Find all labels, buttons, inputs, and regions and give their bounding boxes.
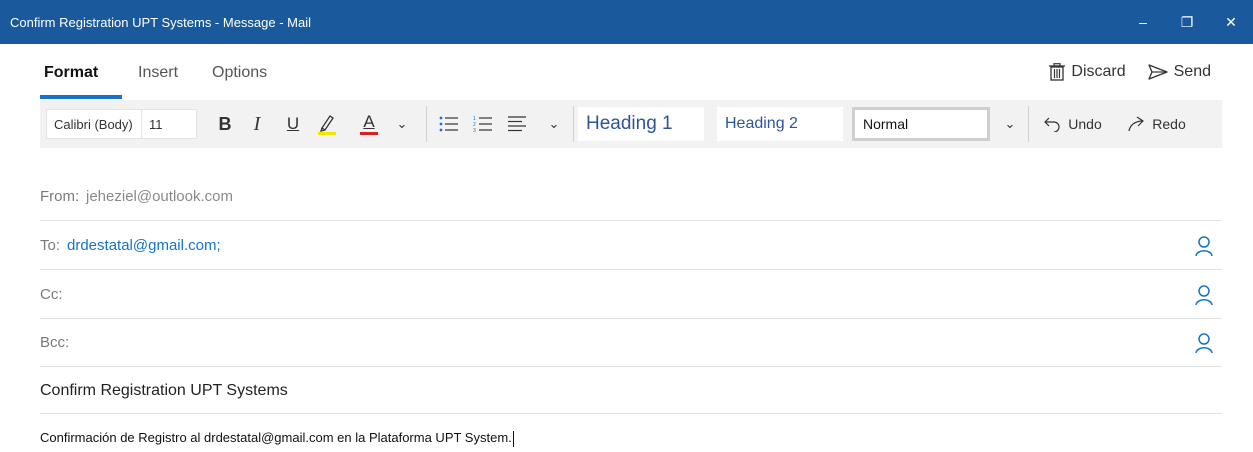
window-title: Confirm Registration UPT Systems - Messa… [10,14,312,30]
paragraph-options-chevron[interactable]: ⌄ [542,100,566,148]
message-body[interactable]: Confirmación de Registro al drdestatal@g… [40,430,514,447]
body-text: Confirmación de Registro al drdestatal@g… [40,430,512,445]
align-icon [508,116,526,132]
font-color-letter: A [363,112,375,131]
ribbon-tabs: Format Insert Options Discard Send [0,44,1253,100]
tab-format[interactable]: Format [44,64,98,82]
subject-text: Confirm Registration UPT Systems [40,382,288,399]
discard-label: Discard [1071,63,1126,80]
highlighter-icon [318,115,336,135]
svg-text:3: 3 [473,128,476,133]
bcc-label: Bcc: [40,334,70,351]
cc-label: Cc: [40,286,63,303]
subject-field[interactable]: Confirm Registration UPT Systems [40,365,1222,414]
font-color-bar [360,132,378,135]
from-field[interactable]: From: jeheziel@outlook.com [40,172,1222,221]
close-button[interactable]: ✕ [1209,0,1253,44]
cc-field[interactable]: Cc: [40,270,1222,319]
from-value: jeheziel@outlook.com [86,188,233,205]
send-icon [1147,64,1168,80]
undo-label: Undo [1068,116,1102,132]
numbering-button[interactable]: 1 2 3 [468,100,498,148]
text-caret [512,430,514,447]
align-button[interactable] [502,100,532,148]
style-normal[interactable]: Normal [852,107,990,141]
styles-chevron[interactable]: ⌄ [998,100,1022,148]
to-recipient[interactable]: drdestatal@gmail.com; [67,237,221,254]
discard-icon [1049,63,1066,81]
numbering-icon: 1 2 3 [473,116,492,133]
undo-icon [1044,117,1060,132]
person-icon[interactable] [1194,235,1214,257]
person-icon[interactable] [1194,284,1214,306]
undo-button[interactable]: Undo [1038,100,1108,148]
bullets-button[interactable] [434,100,464,148]
tab-options[interactable]: Options [212,64,267,82]
person-icon[interactable] [1194,332,1214,354]
font-color-button[interactable]: A [354,100,384,148]
title-bar: Confirm Registration UPT Systems - Messa… [0,0,1253,44]
font-options-chevron[interactable]: ⌄ [390,100,414,148]
tab-insert[interactable]: Insert [138,64,178,82]
to-label: To: [40,237,61,254]
font-size-box[interactable]: 11 [141,109,197,139]
active-tab-indicator [40,95,122,99]
from-label: From: [40,188,80,205]
style-heading-2[interactable]: Heading 2 [717,107,843,141]
redo-button[interactable]: Redo [1122,100,1192,148]
send-label: Send [1173,63,1211,80]
formatting-toolbar: Calibri (Body) 11 B I U A ⌄ 1 2 3 ⌄ Head… [40,100,1222,148]
underline-button[interactable]: U [278,100,308,148]
bcc-field[interactable]: Bcc: [40,318,1222,367]
redo-icon [1128,116,1145,132]
discard-button[interactable]: Discard [1049,63,1126,81]
bullets-icon [439,116,458,132]
redo-label: Redo [1152,116,1186,132]
italic-button[interactable]: I [242,100,272,148]
to-field[interactable]: To: drdestatal@gmail.com; [40,221,1222,270]
style-heading-1[interactable]: Heading 1 [578,107,704,141]
highlight-button[interactable] [312,100,342,148]
bold-button[interactable]: B [210,100,240,148]
separator [426,106,427,142]
font-name-box[interactable]: Calibri (Body) [46,109,142,139]
restore-button[interactable]: ❐ [1165,0,1209,44]
separator [1028,106,1029,142]
send-button[interactable]: Send [1147,63,1211,81]
separator [573,106,574,142]
minimize-button[interactable]: – [1121,0,1165,44]
